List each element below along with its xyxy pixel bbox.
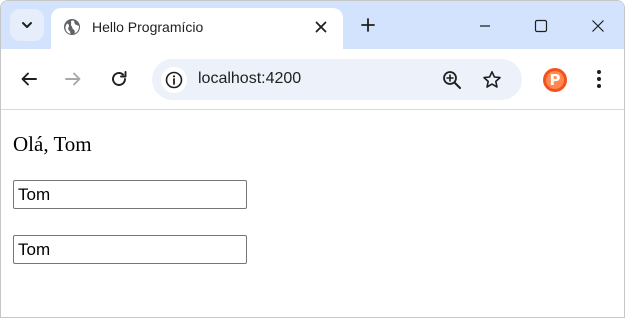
browser-window: Hello Programício localhost:4200 P Olá, … xyxy=(0,0,625,318)
zoom-button[interactable] xyxy=(440,68,464,92)
globe-icon xyxy=(64,19,80,35)
profile-initial: P xyxy=(549,71,561,89)
site-info-button[interactable] xyxy=(161,67,187,93)
forward-button[interactable] xyxy=(60,66,86,92)
arrow-right-icon xyxy=(65,72,81,86)
tab-search-button[interactable] xyxy=(10,9,44,41)
close-icon xyxy=(315,21,327,33)
plus-icon xyxy=(361,18,375,32)
new-tab-button[interactable] xyxy=(355,12,381,38)
reload-button[interactable] xyxy=(106,66,132,92)
tab-title: Hello Programício xyxy=(92,19,204,35)
page-content: Olá, Tom xyxy=(1,110,624,317)
address-bar[interactable]: localhost:4200 xyxy=(152,59,522,100)
browser-toolbar: localhost:4200 P xyxy=(1,49,624,110)
greeting-heading: Olá, Tom xyxy=(13,132,92,156)
maximize-icon xyxy=(534,19,548,33)
close-window-icon xyxy=(592,20,604,32)
bookmark-button[interactable] xyxy=(480,68,504,92)
profile-avatar[interactable]: P xyxy=(543,68,567,92)
star-icon xyxy=(483,71,501,88)
reload-icon xyxy=(112,71,127,86)
chevron-down-icon xyxy=(22,22,32,28)
zoom-in-icon xyxy=(443,71,461,89)
info-icon xyxy=(165,71,183,89)
back-button[interactable] xyxy=(16,66,42,92)
name-input-2[interactable] xyxy=(13,235,247,264)
close-window-button[interactable] xyxy=(578,9,618,43)
active-tab[interactable]: Hello Programício xyxy=(51,8,343,49)
tab-strip: Hello Programício xyxy=(1,1,624,49)
browser-menu-button[interactable] xyxy=(589,66,609,92)
maximize-button[interactable] xyxy=(521,9,561,43)
minimize-icon xyxy=(480,25,490,27)
tab-close-button[interactable] xyxy=(311,17,331,37)
url-text[interactable]: localhost:4200 xyxy=(198,70,301,88)
name-input-1[interactable] xyxy=(13,180,247,209)
minimize-button[interactable] xyxy=(465,9,505,43)
more-vertical-icon xyxy=(597,70,601,88)
arrow-left-icon xyxy=(21,72,37,86)
